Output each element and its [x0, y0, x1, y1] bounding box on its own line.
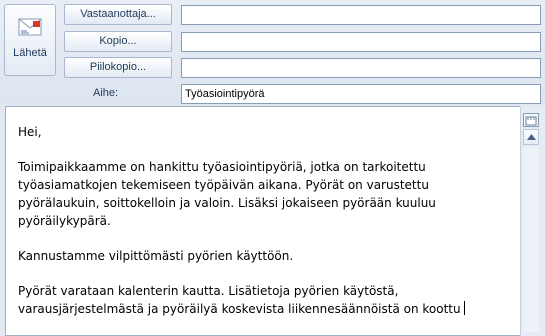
text-caret	[463, 300, 465, 315]
ruler-toggle-icon[interactable]	[523, 113, 539, 127]
send-button-label: Lähetä	[13, 47, 47, 59]
message-paragraph-3-wrap: Pyörät varataan kalenterin kautta. Lisät…	[18, 283, 498, 318]
bcc-button[interactable]: Piilokopio...	[64, 57, 172, 78]
message-greeting: Hei,	[18, 125, 42, 139]
scroll-up-arrow-icon[interactable]	[523, 129, 539, 145]
send-button[interactable]: Lähetä	[4, 4, 56, 76]
bcc-field[interactable]	[181, 58, 541, 78]
to-button[interactable]: Vastaanottaja...	[64, 4, 172, 25]
subject-label: Aihe:	[93, 87, 119, 99]
message-paragraph-2: Kannustamme vilpittömästi pyörien käyttö…	[18, 248, 294, 263]
envelope-send-icon	[17, 15, 45, 42]
message-paragraph-1: Toimipaikkaamme on hankittu työasiointip…	[18, 160, 436, 228]
cc-button[interactable]: Kopio...	[64, 31, 172, 52]
subject-field[interactable]: Työasiointipyörä	[181, 84, 541, 104]
cc-field[interactable]	[181, 32, 541, 52]
scrollbar-track[interactable]	[523, 147, 539, 332]
message-body-text[interactable]: Hei, Toimipaikkaamme on hankittu työasio…	[18, 124, 498, 319]
message-paragraph-3: Pyörät varataan kalenterin kautta. Lisät…	[18, 284, 461, 316]
message-header: Lähetä Vastaanottaja... Kopio... Piiloko…	[0, 0, 545, 104]
to-field[interactable]	[181, 5, 541, 25]
message-body[interactable]: Hei, Toimipaikkaamme on hankittu työasio…	[5, 106, 520, 336]
